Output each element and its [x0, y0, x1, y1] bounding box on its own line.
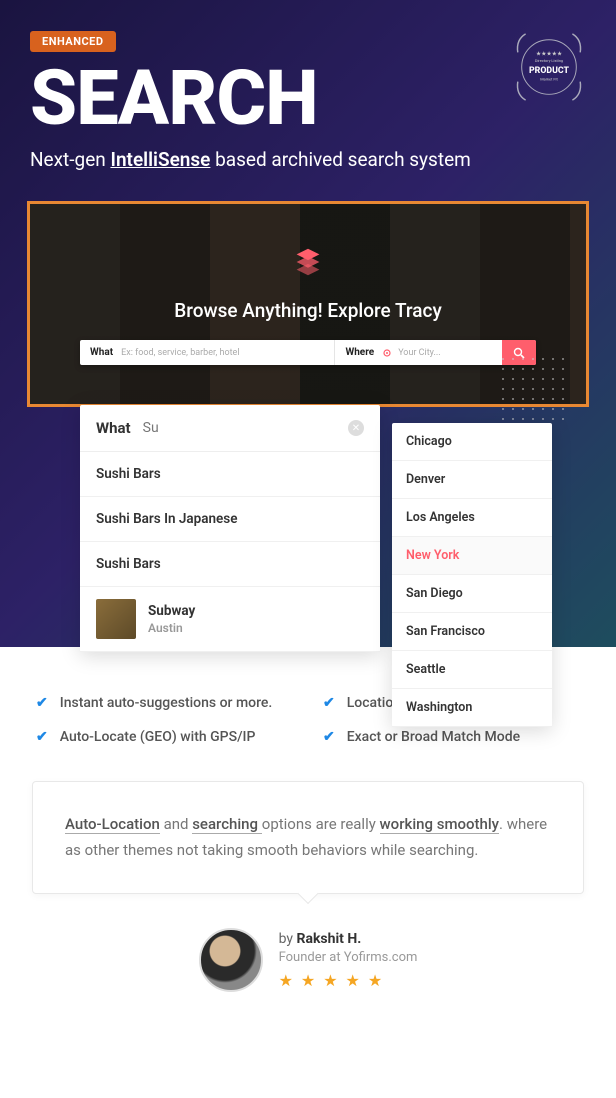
quote-text: Auto-Location and searching options are …	[65, 812, 551, 863]
suggestion-item[interactable]: Sushi Bars	[80, 542, 380, 587]
check-icon: ✔	[36, 729, 48, 745]
city-option-active[interactable]: New York	[392, 537, 552, 575]
clear-input-button[interactable]: ✕	[348, 420, 364, 436]
where-placeholder: Your City...	[398, 348, 440, 358]
what-placeholder: Ex: food, service, barber, hotel	[121, 348, 239, 358]
testimonial-author: by Rakshit H. Founder at Yofirms.com ★ ★…	[0, 894, 616, 1032]
what-dd-input[interactable]: Su	[143, 420, 159, 436]
suggestion-item[interactable]: Sushi Bars	[80, 452, 380, 497]
city-option[interactable]: Chicago	[392, 423, 552, 461]
page-title: SEARCH	[30, 60, 586, 136]
feature-item: ✔Instant auto-suggestions or more.	[36, 695, 293, 711]
demo-logo-icon	[289, 243, 327, 285]
business-location: Austin	[148, 621, 195, 635]
svg-text:PRODUCT: PRODUCT	[529, 66, 570, 76]
demo-frame: Browse Anything! Explore Tracy What Ex: …	[27, 201, 589, 407]
demo-tagline: Browse Anything! Explore Tracy	[174, 299, 442, 322]
searchbar-what-field[interactable]: What Ex: food, service, barber, hotel	[80, 340, 335, 365]
subtitle: Next-gen IntelliSense based archived sea…	[30, 148, 586, 171]
testimonial-quote: Auto-Location and searching options are …	[32, 781, 584, 894]
check-icon: ✔	[323, 729, 335, 745]
what-label: What	[90, 347, 113, 358]
dropdowns-overlay: What Su ✕ Sushi Bars Sushi Bars In Japan…	[30, 407, 586, 647]
check-icon: ✔	[36, 695, 48, 711]
where-label: Where	[345, 347, 374, 358]
suggestion-item[interactable]: Sushi Bars In Japanese	[80, 497, 380, 542]
city-option[interactable]: Seattle	[392, 651, 552, 689]
author-role: Founder at Yofirms.com	[279, 950, 418, 965]
feature-item: ✔Auto-Locate (GEO) with GPS/IP	[36, 729, 293, 745]
business-name: Subway	[148, 603, 195, 619]
what-dropdown-header: What Su ✕	[80, 405, 380, 452]
check-icon: ✔	[323, 695, 335, 711]
city-option[interactable]: Denver	[392, 461, 552, 499]
product-seal-badge: ★★★★★ Directory Listing PRODUCT Market F…	[510, 28, 588, 106]
rating-stars: ★ ★ ★ ★ ★	[279, 971, 418, 990]
location-icon	[382, 348, 392, 358]
feature-item: ✔Exact or Broad Match Mode	[323, 729, 580, 745]
what-dd-label: What	[96, 419, 131, 437]
svg-text:Market Fit: Market Fit	[540, 77, 558, 82]
city-option[interactable]: San Diego	[392, 575, 552, 613]
city-option[interactable]: San Francisco	[392, 613, 552, 651]
svg-text:★★★★★: ★★★★★	[536, 50, 562, 57]
enhanced-badge: ENHANCED	[30, 31, 116, 52]
author-avatar	[199, 928, 263, 992]
city-option[interactable]: Washington	[392, 689, 552, 727]
svg-text:Directory Listing: Directory Listing	[535, 58, 563, 63]
where-dropdown: Chicago Denver Los Angeles New York San …	[392, 423, 552, 727]
what-dropdown: What Su ✕ Sushi Bars Sushi Bars In Japan…	[80, 405, 380, 652]
hero-section: ★★★★★ Directory Listing PRODUCT Market F…	[0, 0, 616, 647]
city-option[interactable]: Los Angeles	[392, 499, 552, 537]
searchbar-where-field[interactable]: Where Your City...	[335, 340, 502, 365]
demo-searchbar: What Ex: food, service, barber, hotel Wh…	[80, 340, 536, 365]
author-name-line: by Rakshit H.	[279, 931, 418, 947]
suggestion-business-item[interactable]: Subway Austin	[80, 587, 380, 652]
business-thumbnail	[96, 599, 136, 639]
